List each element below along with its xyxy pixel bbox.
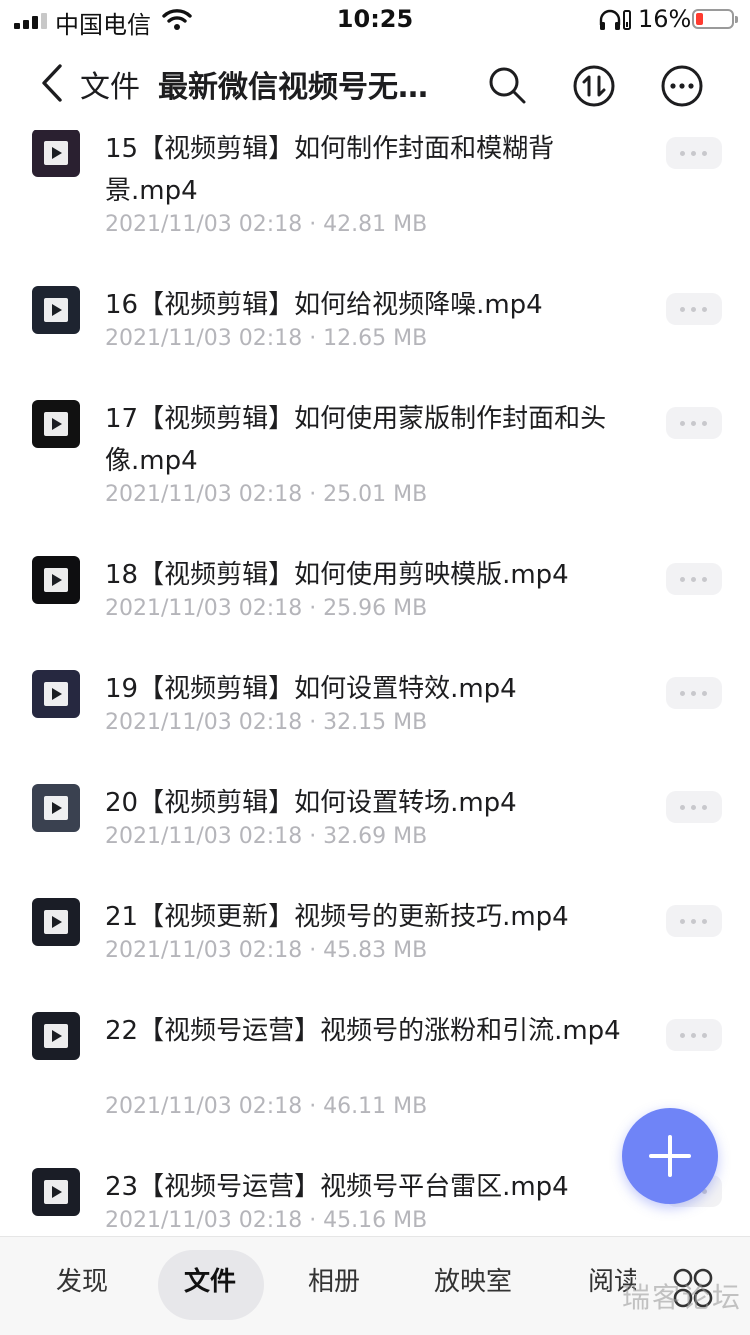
video-thumbnail	[32, 670, 80, 718]
file-name: 15【视频剪辑】如何制作封面和模糊背景.mp4	[105, 134, 555, 206]
file-name: 17【视频剪辑】如何使用蒙版制作封面和头像.mp4	[105, 404, 607, 476]
play-icon	[44, 412, 68, 436]
back-chevron-icon[interactable]	[34, 62, 70, 104]
file-meta: 2021/11/03 02:18 · 12.65 MB	[105, 326, 428, 351]
file-meta: 2021/11/03 02:18 · 46.11 MB	[105, 1094, 428, 1119]
file-name: 23【视频号运营】视频号平台雷区.mp4	[105, 1172, 569, 1202]
more-options-button[interactable]	[666, 407, 722, 439]
play-icon	[44, 796, 68, 820]
more-options-button[interactable]	[666, 293, 722, 325]
video-thumbnail	[32, 556, 80, 604]
sort-icon[interactable]	[572, 64, 616, 108]
tab-files[interactable]: 文件	[184, 1261, 236, 1298]
file-name: 19【视频剪辑】如何设置特效.mp4	[105, 674, 517, 704]
play-icon	[44, 682, 68, 706]
watermark-text: 瑞客论坛	[622, 1281, 743, 1314]
more-options-button[interactable]	[666, 137, 722, 169]
play-icon	[44, 910, 68, 934]
more-options-button[interactable]	[666, 791, 722, 823]
tab-screening-room[interactable]: 放映室	[434, 1261, 512, 1298]
more-options-button[interactable]	[666, 677, 722, 709]
file-name: 22【视频号运营】视频号的涨粉和引流.mp4	[105, 1016, 621, 1046]
video-thumbnail	[32, 1168, 80, 1216]
file-name: 18【视频剪辑】如何使用剪映模版.mp4	[105, 560, 569, 590]
file-meta: 2021/11/03 02:18 · 25.01 MB	[105, 482, 428, 507]
more-menu-icon[interactable]	[660, 64, 704, 108]
play-icon	[44, 1024, 68, 1048]
file-list[interactable]: 15【视频剪辑】如何制作封面和模糊背景.mp4 2021/11/03 02:18…	[0, 0, 750, 1236]
file-name: 20【视频剪辑】如何设置转场.mp4	[105, 788, 517, 818]
file-meta: 2021/11/03 02:18 · 25.96 MB	[105, 596, 428, 621]
file-meta: 2021/11/03 02:18 · 42.81 MB	[105, 212, 428, 237]
file-meta: 2021/11/03 02:18 · 32.69 MB	[105, 824, 428, 849]
page-title: 最新微信视频号无…	[158, 70, 428, 105]
play-icon	[44, 1180, 68, 1204]
video-thumbnail	[32, 784, 80, 832]
tab-album[interactable]: 相册	[308, 1261, 360, 1298]
file-meta: 2021/11/03 02:18 · 32.15 MB	[105, 710, 428, 735]
search-icon[interactable]	[486, 64, 530, 108]
more-options-button[interactable]	[666, 563, 722, 595]
video-thumbnail	[32, 1012, 80, 1060]
back-label[interactable]: 文件	[80, 62, 140, 106]
video-thumbnail	[32, 129, 80, 177]
file-meta: 2021/11/03 02:18 · 45.83 MB	[105, 938, 428, 963]
navigation-bar: 文件 最新微信视频号无…	[0, 40, 750, 130]
add-button[interactable]	[622, 1108, 718, 1204]
file-name: 16【视频剪辑】如何给视频降噪.mp4	[105, 290, 543, 320]
video-thumbnail	[32, 400, 80, 448]
more-options-button[interactable]	[666, 1019, 722, 1051]
play-icon	[44, 141, 68, 165]
video-thumbnail	[32, 898, 80, 946]
tab-discover[interactable]: 发现	[56, 1261, 108, 1298]
video-thumbnail	[32, 286, 80, 334]
more-options-button[interactable]	[666, 905, 722, 937]
play-icon	[44, 298, 68, 322]
play-icon	[44, 568, 68, 592]
file-meta: 2021/11/03 02:18 · 45.16 MB	[105, 1208, 428, 1233]
file-name: 21【视频更新】视频号的更新技巧.mp4	[105, 902, 569, 932]
